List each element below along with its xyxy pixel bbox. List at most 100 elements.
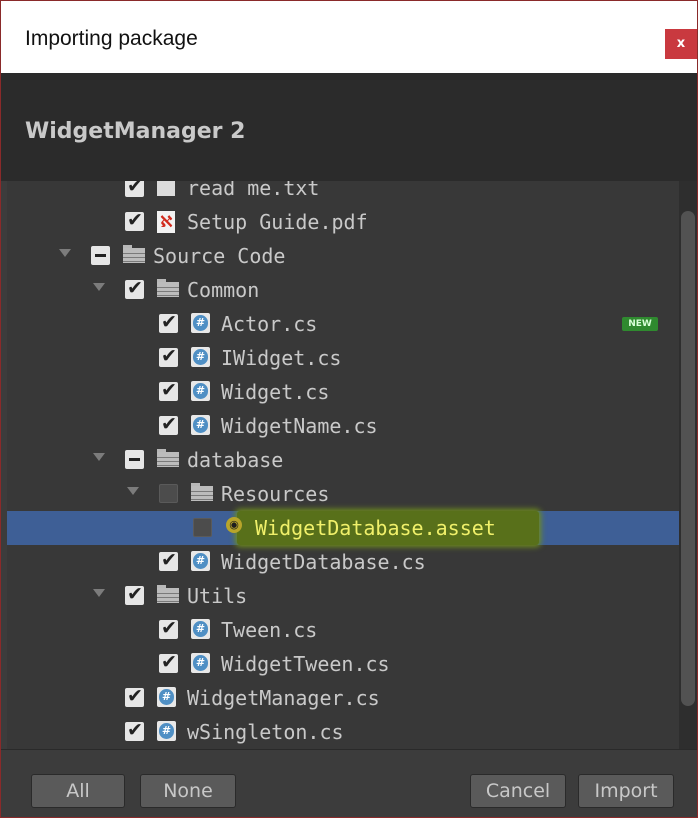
expand-arrow-icon[interactable]: [127, 487, 139, 495]
asset-icon: ◉: [225, 517, 243, 537]
package-tree[interactable]: ✔ read me.txt ✔ ℵ Setup Guide.pdf Source Code…: [7, 181, 697, 749]
tree-row[interactable]: ✔ # WidgetManager.cs: [7, 681, 697, 715]
hash-glyph: #: [193, 349, 208, 365]
checkmark-icon: ✔: [127, 181, 143, 197]
folder-line: [191, 499, 213, 500]
tree-row[interactable]: ✔ Utils: [7, 579, 697, 613]
checkmark-icon: ✔: [127, 719, 143, 741]
tree-row[interactable]: ◉ WidgetDatabase.asset: [7, 511, 697, 545]
include-checkbox[interactable]: ✔: [125, 685, 144, 707]
include-checkbox[interactable]: [125, 450, 144, 469]
scrollbar-thumb[interactable]: [681, 211, 695, 706]
csharp-script-icon: #: [191, 551, 210, 571]
import-button[interactable]: Import: [578, 774, 674, 808]
hash-glyph: #: [193, 655, 208, 671]
csharp-script-icon: #: [191, 415, 210, 435]
tree-item-label: Actor.cs: [221, 312, 318, 336]
include-checkbox[interactable]: ✔: [159, 549, 178, 571]
tree-item-label: read me.txt: [187, 181, 320, 200]
tree-row[interactable]: ✔ # IWidget.cs: [7, 341, 697, 375]
checkmark-icon: ✔: [161, 345, 177, 367]
tree-item-label: Utils: [187, 584, 248, 608]
expand-arrow-icon[interactable]: [93, 453, 105, 461]
tree-row[interactable]: ✔ # WidgetName.cs: [7, 409, 697, 443]
none-button[interactable]: None: [140, 774, 236, 808]
tree-row[interactable]: ✔ # Widget.cs: [7, 375, 697, 409]
tree-item-label: WidgetManager.cs: [187, 686, 380, 710]
checkmark-icon: ✔: [161, 311, 177, 333]
tree-row[interactable]: Source Code: [7, 239, 697, 273]
folder-line: [191, 491, 213, 492]
expand-arrow-icon[interactable]: [93, 283, 105, 291]
tree-item-label: database: [187, 448, 284, 472]
tree-item-label: Setup Guide.pdf: [187, 210, 368, 234]
checkmark-icon: ✔: [161, 617, 177, 639]
folder-icon: [157, 449, 179, 467]
checkmark-icon: ✔: [127, 277, 143, 299]
tree-row[interactable]: ✔ # wSingleton.cs: [7, 715, 697, 749]
cancel-button[interactable]: Cancel: [470, 774, 566, 808]
csharp-script-icon: #: [157, 721, 176, 741]
tree-item-label: WidgetName.cs: [221, 414, 378, 438]
tree-item-label: WidgetTween.cs: [221, 652, 390, 676]
package-name: WidgetManager 2: [25, 119, 246, 144]
include-checkbox[interactable]: ✔: [159, 413, 178, 435]
checkmark-icon: ✔: [127, 209, 143, 231]
close-button[interactable]: x: [665, 29, 697, 59]
expand-arrow-icon[interactable]: [93, 589, 105, 597]
tree-row[interactable]: ✔ ℵ Setup Guide.pdf: [7, 205, 697, 239]
folder-line: [157, 461, 179, 462]
expand-arrow-icon[interactable]: [59, 249, 71, 257]
include-checkbox[interactable]: ✔: [159, 651, 178, 673]
tree-item-label: wSingleton.cs: [187, 720, 344, 744]
mixed-state-icon: [129, 458, 140, 461]
pdf-icon: ℵ: [157, 211, 175, 233]
folder-icon: [191, 483, 213, 501]
include-checkbox[interactable]: ✔: [159, 311, 178, 333]
tree-row[interactable]: ✔ Common: [7, 273, 697, 307]
asset-glyph: ◉: [226, 517, 242, 533]
tree-row[interactable]: ✔ # Tween.cs: [7, 613, 697, 647]
include-checkbox[interactable]: ✔: [125, 181, 144, 197]
package-header: WidgetManager 2: [1, 73, 697, 181]
csharp-script-icon: #: [191, 347, 210, 367]
include-checkbox[interactable]: ✔: [159, 379, 178, 401]
folder-line: [157, 291, 179, 292]
hash-glyph: #: [193, 553, 208, 569]
include-checkbox[interactable]: ✔: [159, 617, 178, 639]
include-checkbox[interactable]: ✔: [125, 277, 144, 299]
include-checkbox[interactable]: ✔: [159, 345, 178, 367]
include-checkbox[interactable]: ✔: [125, 719, 144, 741]
tree-row[interactable]: ✔ # WidgetTween.cs: [7, 647, 697, 681]
tree-item-label: Tween.cs: [221, 618, 318, 642]
include-checkbox[interactable]: [91, 246, 110, 265]
tree-item-label: IWidget.cs: [221, 346, 342, 370]
tree-row[interactable]: ✔ read me.txt: [7, 181, 697, 205]
dialog-footer: All None Cancel Import: [1, 749, 697, 817]
checkmark-icon: ✔: [161, 413, 177, 435]
window-title: Importing package: [25, 27, 198, 50]
text-file-icon: [157, 181, 175, 196]
hash-glyph: #: [159, 689, 174, 705]
include-checkbox[interactable]: ✔: [125, 209, 144, 231]
folder-line: [123, 261, 145, 262]
csharp-script-icon: #: [191, 619, 210, 639]
tree-row[interactable]: Resources: [7, 477, 697, 511]
all-button[interactable]: All: [31, 774, 125, 808]
checkmark-icon: ✔: [127, 685, 143, 707]
hash-glyph: #: [193, 621, 208, 637]
include-checkbox[interactable]: [193, 518, 212, 537]
tree-item-label: Source Code: [153, 244, 286, 268]
include-checkbox[interactable]: ✔: [125, 583, 144, 605]
vertical-scrollbar[interactable]: [679, 181, 697, 749]
mixed-state-icon: [95, 254, 106, 257]
folder-icon: [157, 279, 179, 297]
tree-row[interactable]: ✔ # Actor.cs NEW: [7, 307, 697, 341]
folder-line: [157, 295, 179, 296]
tree-row[interactable]: database: [7, 443, 697, 477]
folder-line: [157, 593, 179, 594]
tree-row[interactable]: ✔ # WidgetDatabase.cs: [7, 545, 697, 579]
pdf-glyph: ℵ: [160, 212, 173, 231]
checkmark-icon: ✔: [161, 651, 177, 673]
include-checkbox[interactable]: [159, 484, 178, 503]
